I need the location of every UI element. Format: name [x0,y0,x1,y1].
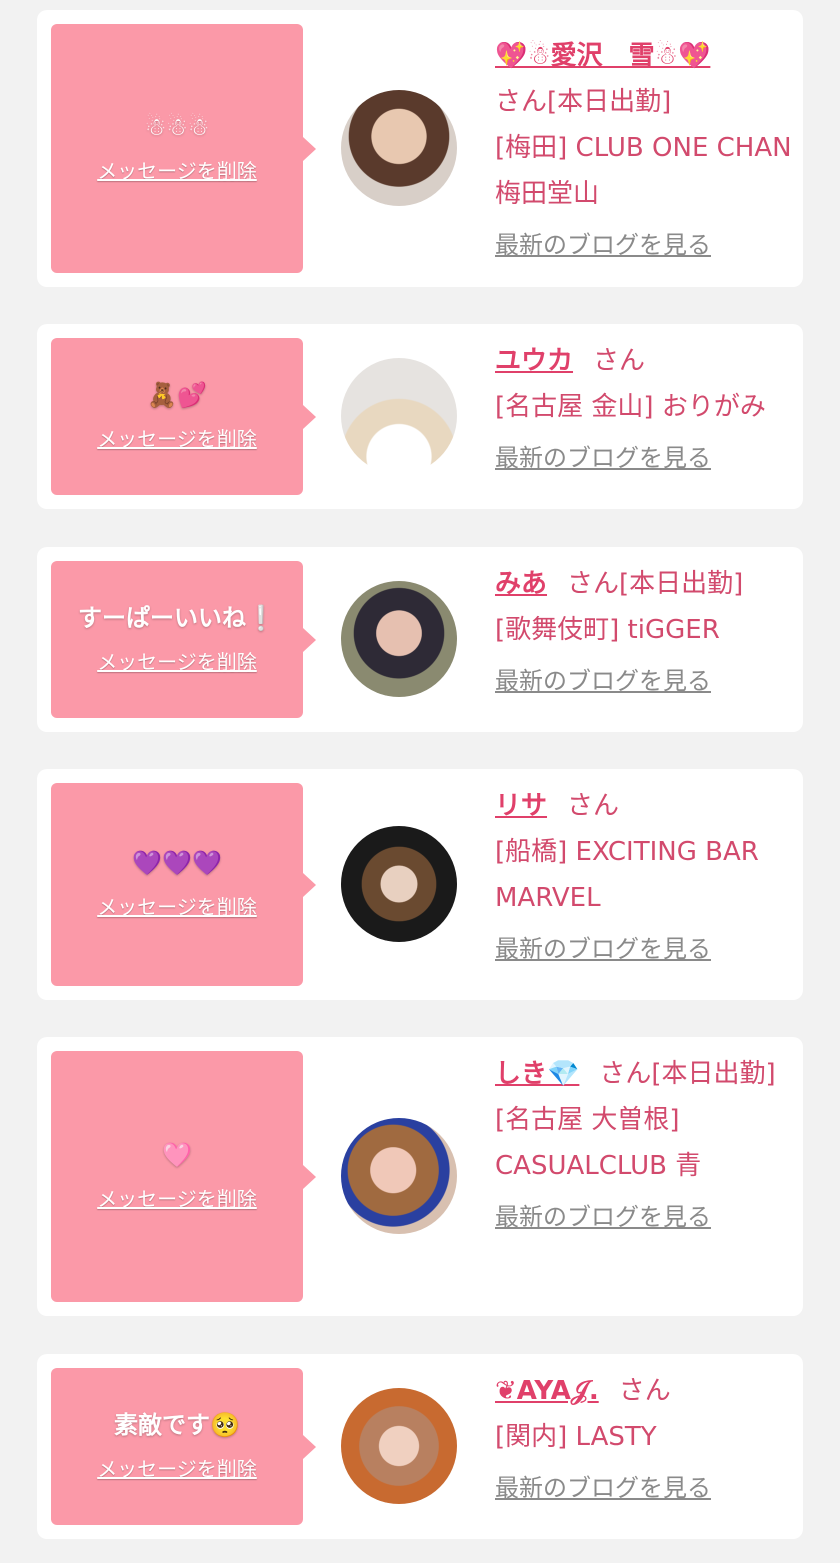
message-bubble: ☃☃☃ メッセージを削除 [51,24,316,273]
message-text: ☃☃☃ [144,112,210,141]
message-card: 💜💜💜 メッセージを削除 リサ さん [船橋] EXCITING BAR MARV… [37,769,803,1000]
shop-name: [名古屋 大曽根] CASUALCLUB 青 [495,1105,702,1181]
shop-name: [名古屋 金山] おりがみ [495,392,766,422]
latest-blog-link[interactable]: 最新のブログを見る [495,931,711,967]
avatar[interactable] [341,1388,457,1504]
shop-name: [歌舞伎町] tiGGER [495,615,720,645]
latest-blog-link[interactable]: 最新のブログを見る [495,1199,711,1235]
message-bubble: 💜💜💜 メッセージを削除 [51,783,316,986]
message-bubble: すーぱーいいね❕ メッセージを削除 [51,561,316,718]
message-bubble: 🧸💕 メッセージを削除 [51,338,316,495]
message-card: ☃☃☃ メッセージを削除 💖☃愛沢 雪☃💖 さん[本日出勤] [梅田] CLUB… [37,10,803,287]
shop-name: [船橋] EXCITING BAR MARVEL [495,837,759,913]
cast-name-link[interactable]: しき💎 [495,1059,579,1089]
entry-info: みあ さん[本日出勤] [歌舞伎町] tiGGER 最新のブログを見る [495,561,795,704]
shop-name: [梅田] CLUB ONE CHAN 梅田堂山 [495,133,792,209]
delete-message-link[interactable]: メッセージを削除 [97,891,257,920]
cast-name-link[interactable]: ❦AYA𝒥. [495,1376,599,1406]
latest-blog-link[interactable]: 最新のブログを見る [495,1470,711,1506]
name-suffix: さん[本日出勤] [599,1059,776,1089]
name-suffix: さん[本日出勤] [495,87,672,117]
delete-message-link[interactable]: メッセージを削除 [97,1183,257,1212]
shop-name: [関内] LASTY [495,1422,657,1452]
entry-info: ユウカ さん [名古屋 金山] おりがみ 最新のブログを見る [495,338,795,481]
name-suffix: さん[本日出勤] [567,569,744,599]
avatar[interactable] [341,826,457,942]
message-card: 🧸💕 メッセージを削除 ユウカ さん [名古屋 金山] おりがみ 最新のブログを見… [37,324,803,509]
cast-name-link[interactable]: みあ [495,569,547,599]
cast-name-link[interactable]: ユウカ [495,346,573,376]
entry-info: ❦AYA𝒥. さん [関内] LASTY 最新のブログを見る [495,1368,795,1511]
avatar[interactable] [341,358,457,474]
delete-message-link[interactable]: メッセージを削除 [97,1453,257,1482]
entry-info: リサ さん [船橋] EXCITING BAR MARVEL 最新のブログを見る [495,783,795,972]
message-text: 🧸💕 [147,380,207,409]
delete-message-link[interactable]: メッセージを削除 [97,423,257,452]
delete-message-link[interactable]: メッセージを削除 [97,646,257,675]
avatar[interactable] [341,581,457,697]
message-card: 素敵です🥺 メッセージを削除 ❦AYA𝒥. さん [関内] LASTY 最新のブロ… [37,1354,803,1539]
cast-name-link[interactable]: 💖☃愛沢 雪☃💖 [495,41,710,71]
delete-message-link[interactable]: メッセージを削除 [97,155,257,184]
name-suffix: さん [618,1376,671,1406]
message-card: 🩷 メッセージを削除 しき💎 さん[本日出勤] [名古屋 大曽根] CASUALC… [37,1037,803,1316]
message-bubble: 🩷 メッセージを削除 [51,1051,316,1302]
name-suffix: さん [567,791,620,821]
message-text: 素敵です🥺 [114,1410,240,1439]
message-text: 💜💜💜 [132,848,222,877]
cast-name-link[interactable]: リサ [495,791,547,821]
entry-info: しき💎 さん[本日出勤] [名古屋 大曽根] CASUALCLUB 青 最新のブロ… [495,1051,795,1240]
latest-blog-link[interactable]: 最新のブログを見る [495,227,711,263]
latest-blog-link[interactable]: 最新のブログを見る [495,440,711,476]
avatar[interactable] [341,1118,457,1234]
latest-blog-link[interactable]: 最新のブログを見る [495,663,711,699]
avatar[interactable] [341,90,457,206]
entry-info: 💖☃愛沢 雪☃💖 さん[本日出勤] [梅田] CLUB ONE CHAN 梅田堂… [495,33,795,268]
message-text: 🩷 [162,1140,192,1169]
message-card: すーぱーいいね❕ メッセージを削除 みあ さん[本日出勤] [歌舞伎町] tiGG… [37,547,803,732]
message-text: すーぱーいいね❕ [78,603,276,632]
name-suffix: さん [593,346,646,376]
message-bubble: 素敵です🥺 メッセージを削除 [51,1368,316,1525]
